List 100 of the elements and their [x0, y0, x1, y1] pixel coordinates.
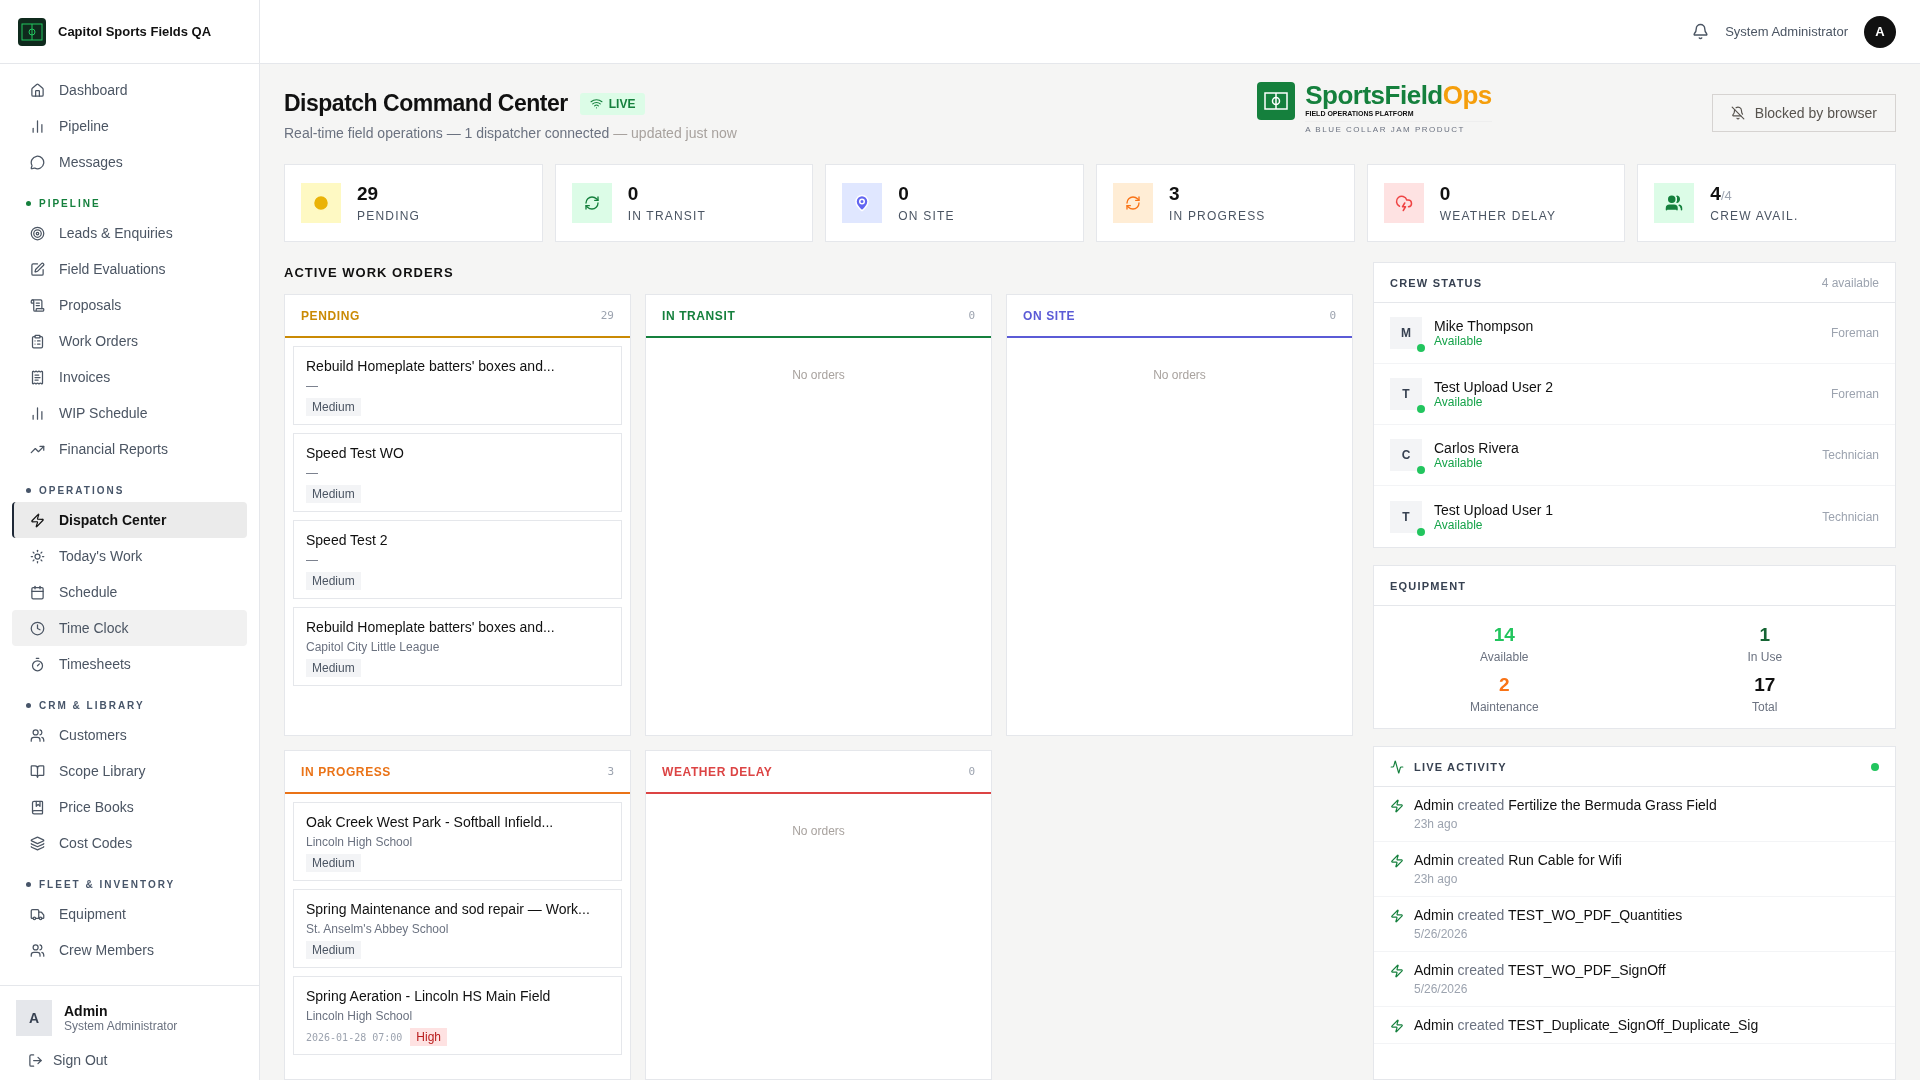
work-order-card[interactable]: Spring Aeration - Lincoln HS Main Field Lincoln High School 2026-01-28 07:00 High	[293, 976, 622, 1055]
lightning-icon	[1390, 1019, 1404, 1033]
stat-label: CREW AVAIL.	[1710, 209, 1799, 223]
priority-tag: Medium	[306, 941, 361, 959]
column-count: 0	[968, 309, 975, 322]
target-icon	[30, 225, 45, 241]
lightning-icon	[1390, 964, 1404, 978]
edit-icon	[30, 261, 45, 277]
work-order-card[interactable]: Rebuild Homeplate batters' boxes and... Capitol City Little League Medium	[293, 607, 622, 686]
page-subtitle: Real-time field operations — 1 dispatcher connected — updated just now	[284, 125, 737, 141]
equipment-count: 1	[1759, 624, 1771, 646]
sun-icon	[30, 548, 45, 564]
logo-icon	[1257, 82, 1296, 120]
crew-name: Test Upload User 2	[1434, 379, 1554, 395]
work-order-card[interactable]: Speed Test WO — Medium	[293, 433, 622, 512]
crew-avatar: C	[1390, 439, 1422, 471]
work-order-card[interactable]: Spring Maintenance and sod repair — Work... St. Anselm's Abbey School Medium	[293, 889, 622, 968]
work-order-title: Rebuild Homeplate batters' boxes and...	[306, 619, 555, 635]
map-pin-icon	[853, 194, 872, 212]
work-order-customer: —	[306, 466, 318, 480]
stat-value: 29	[357, 183, 380, 205]
nav-item[interactable]: Dispatch Center	[12, 502, 247, 538]
nav-item[interactable]: Dashboard	[12, 72, 247, 108]
work-order-customer: Lincoln High School	[306, 835, 413, 849]
nav-item[interactable]: Messages	[12, 144, 247, 180]
section-dot	[26, 488, 31, 493]
equipment-count: 2	[1498, 674, 1510, 696]
logout-icon	[28, 1052, 43, 1068]
nav-item[interactable]: Timesheets	[12, 646, 247, 682]
stat-value: 0	[898, 183, 910, 205]
user-name: System Administrator	[1725, 24, 1848, 39]
stat-label: ON SITE	[898, 209, 955, 223]
equipment-label: Maintenance	[1469, 700, 1539, 714]
crew-role: Foreman	[1830, 326, 1879, 340]
crew-avatar: M	[1390, 317, 1422, 349]
activity-time: 5/26/2026	[1414, 982, 1469, 996]
stat-value: 0	[627, 183, 640, 205]
crew-role: Technician	[1822, 448, 1879, 462]
nav-item[interactable]: Proposals	[12, 287, 247, 323]
bookmark-book-icon	[30, 799, 45, 815]
clock-icon	[312, 194, 330, 212]
stat-value: 0	[1439, 183, 1452, 205]
section-label: CRM & LIBRARY	[39, 700, 145, 711]
priority-tag: Medium	[306, 398, 361, 416]
stat-value: 3	[1169, 183, 1181, 205]
nav-item[interactable]: Scope Library	[12, 753, 247, 789]
work-order-card[interactable]: Oak Creek West Park - Softball Infield... Lincoln High School Medium	[293, 802, 622, 881]
nav-item[interactable]: Today's Work	[12, 538, 247, 574]
column-title: ON SITE	[1023, 308, 1076, 323]
empty-message: No orders	[791, 824, 846, 838]
activity-text: Admin created Fertilize the Bermuda Grass Field	[1414, 797, 1717, 813]
activity-text: Admin created Run Cable for Wifi	[1414, 852, 1622, 868]
clipboard-icon	[30, 333, 45, 349]
nav-item[interactable]: Leads & Enquiries	[12, 215, 247, 251]
nav-item[interactable]: Schedule	[12, 574, 247, 610]
notification-bell-icon[interactable]	[1692, 23, 1710, 40]
live-badge: LIVE	[579, 92, 646, 115]
section-label: FLEET & INVENTORY	[39, 879, 176, 890]
panel-title: EQUIPMENT	[1390, 579, 1467, 592]
notifications-blocked-button[interactable]: Blocked by browser	[1711, 94, 1896, 132]
work-order-card[interactable]: Rebuild Homeplate batters' boxes and... — Medium	[293, 346, 622, 425]
column-title: IN PROGRESS	[301, 764, 391, 779]
nav-item[interactable]: Customers	[12, 717, 247, 753]
nav-item[interactable]: Equipment	[12, 896, 247, 932]
crew-avatar: T	[1390, 500, 1422, 533]
equipment-label: Total	[1752, 700, 1778, 714]
stat-label: WEATHER DELAY	[1439, 209, 1557, 223]
pulse-icon	[1390, 759, 1404, 774]
nav-item[interactable]: Crew Members	[12, 932, 247, 968]
nav-item[interactable]: WIP Schedule	[12, 395, 247, 431]
equipment-label: Available	[1480, 650, 1529, 664]
work-order-date: 2026-01-28 07:00	[306, 1031, 403, 1043]
nav-item[interactable]: Financial Reports	[12, 431, 247, 467]
timer-icon	[30, 656, 45, 672]
sign-out-link[interactable]: Sign Out	[16, 1052, 243, 1068]
nav-item[interactable]: Cost Codes	[12, 825, 247, 861]
lightning-icon	[1390, 854, 1404, 868]
nav-item[interactable]: Pipeline	[12, 108, 247, 144]
work-order-card[interactable]: Speed Test 2 — Medium	[293, 520, 622, 599]
nav-item[interactable]: Price Books	[12, 789, 247, 825]
nav-item[interactable]: Invoices	[12, 359, 247, 395]
clock-icon	[30, 620, 45, 636]
truck-icon	[30, 906, 45, 922]
panel-title: CREW STATUS	[1390, 276, 1483, 289]
crew-status: Available	[1434, 456, 1484, 470]
nav-item[interactable]: Field Evaluations	[12, 251, 247, 287]
column-count: 3	[607, 765, 614, 778]
calendar-icon	[30, 584, 45, 600]
available-count: 4 available	[1821, 275, 1879, 290]
nav-item[interactable]: Work Orders	[12, 323, 247, 359]
layers-icon	[30, 835, 45, 851]
work-order-title: Speed Test 2	[306, 532, 388, 548]
crew-name: Carlos Rivera	[1434, 440, 1519, 456]
wifi-icon	[589, 97, 603, 110]
user-avatar[interactable]: A	[1864, 15, 1896, 48]
receipt-icon	[30, 369, 45, 385]
work-order-title: Spring Aeration - Lincoln HS Main Field	[306, 988, 551, 1004]
work-order-customer: Lincoln High School	[306, 1009, 413, 1023]
user-name: Admin	[64, 1003, 109, 1019]
nav-item[interactable]: Time Clock	[12, 610, 247, 646]
